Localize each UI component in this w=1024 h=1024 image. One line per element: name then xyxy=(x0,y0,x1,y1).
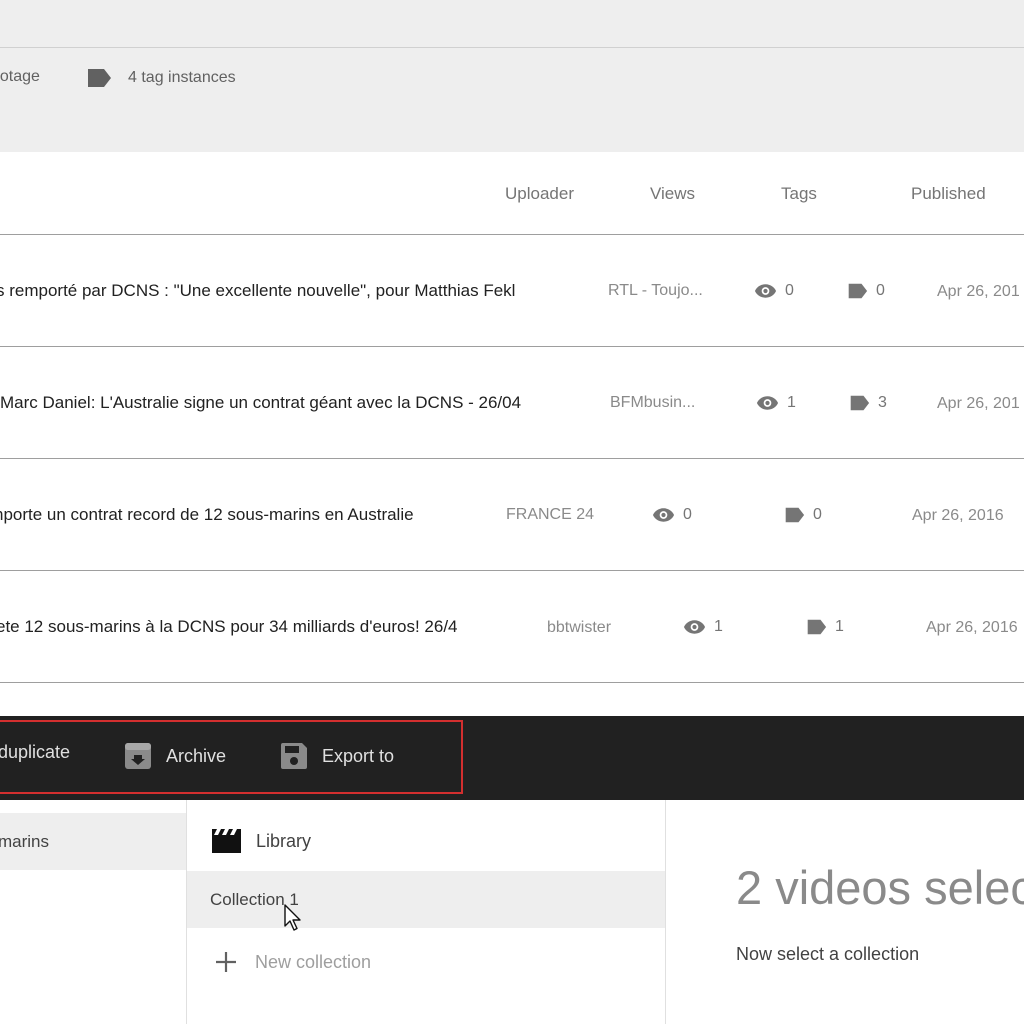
table-row[interactable]: Marc Daniel: L'Australie signe un contra… xyxy=(0,347,1024,459)
archive-icon xyxy=(125,743,151,769)
views-count: 0 xyxy=(754,282,794,300)
video-title[interactable]: s remporté par DCNS : "Une excellente no… xyxy=(0,281,515,301)
column-views[interactable]: Views xyxy=(650,184,695,204)
video-uploader: BFMbusin... xyxy=(610,394,696,411)
tags-value: 1 xyxy=(835,618,844,635)
duplicate-button[interactable]: duplicate xyxy=(0,742,70,763)
column-tags[interactable]: Tags xyxy=(781,184,817,204)
column-published[interactable]: Published xyxy=(911,184,986,204)
mouse-pointer-icon xyxy=(284,904,301,931)
tags-count: 0 xyxy=(847,282,885,300)
eye-icon xyxy=(754,284,777,298)
table-row[interactable]: ete 12 sous-marins à la DCNS pour 34 mil… xyxy=(0,571,1024,683)
views-count: 1 xyxy=(683,618,723,636)
tag-icon xyxy=(88,69,111,87)
published-date: Apr 26, 2016 xyxy=(912,507,1004,524)
column-uploader[interactable]: Uploader xyxy=(505,184,574,204)
video-title[interactable]: ete 12 sous-marins à la DCNS pour 34 mil… xyxy=(0,617,458,637)
views-value: 1 xyxy=(787,394,796,411)
archive-label: Archive xyxy=(166,745,227,766)
published-date: Apr 26, 201 xyxy=(937,283,1020,300)
eye-icon xyxy=(756,396,779,410)
collection-item[interactable]: Collection 1 xyxy=(187,871,665,928)
left-panel-selected-item[interactable]: marins xyxy=(0,813,186,870)
left-panel-item-label: marins xyxy=(0,832,50,851)
library-item[interactable]: Library xyxy=(211,828,311,854)
tag-icon xyxy=(850,395,870,411)
plus-icon xyxy=(216,952,236,972)
new-collection-button[interactable]: New collection xyxy=(215,951,371,973)
archive-button[interactable]: Archive xyxy=(124,742,226,770)
tags-value: 3 xyxy=(878,394,887,411)
tag-instances-label: 4 tag instances xyxy=(128,69,236,86)
save-icon xyxy=(281,743,307,769)
views-count: 0 xyxy=(652,506,692,524)
video-title[interactable]: nporte un contrat record de 12 sous-mari… xyxy=(0,505,414,525)
selected-videos-count: 2 videos selec xyxy=(736,861,1024,914)
library-label: Library xyxy=(256,830,312,851)
published-date: Apr 26, 201 xyxy=(937,395,1020,412)
tags-count: 1 xyxy=(806,618,844,636)
tag-icon xyxy=(848,283,868,299)
tag-icon xyxy=(807,619,827,635)
summary-divider xyxy=(0,47,1024,48)
tag-icon xyxy=(785,507,805,523)
clapperboard-icon xyxy=(212,829,241,853)
eye-icon xyxy=(683,620,706,634)
tags-count: 3 xyxy=(849,394,887,412)
tag-instances-stat: 4 tag instances xyxy=(86,68,236,88)
video-uploader: FRANCE 24 xyxy=(506,506,595,523)
video-title[interactable]: Marc Daniel: L'Australie signe un contra… xyxy=(0,393,521,413)
views-value: 0 xyxy=(683,506,692,523)
duplicate-label: duplicate xyxy=(0,742,71,762)
views-value: 1 xyxy=(714,618,723,635)
table-row[interactable]: nporte un contrat record de 12 sous-mari… xyxy=(0,459,1024,571)
tags-count: 0 xyxy=(784,506,822,524)
table-row[interactable]: s remporté par DCNS : "Une excellente no… xyxy=(0,235,1024,347)
video-uploader: RTL - Toujo... xyxy=(608,282,703,299)
published-date: Apr 26, 2016 xyxy=(926,619,1018,636)
footage-stat: ootage xyxy=(0,68,40,85)
tags-value: 0 xyxy=(876,282,885,299)
export-label: Export to xyxy=(322,745,395,766)
tags-value: 0 xyxy=(813,506,822,523)
views-count: 1 xyxy=(756,394,796,412)
export-button[interactable]: Export to xyxy=(280,742,394,770)
new-collection-label: New collection xyxy=(255,951,372,972)
views-value: 0 xyxy=(785,282,794,299)
eye-icon xyxy=(652,508,675,522)
select-collection-hint: Now select a collection xyxy=(736,944,920,964)
video-uploader: bbtwister xyxy=(547,619,612,636)
